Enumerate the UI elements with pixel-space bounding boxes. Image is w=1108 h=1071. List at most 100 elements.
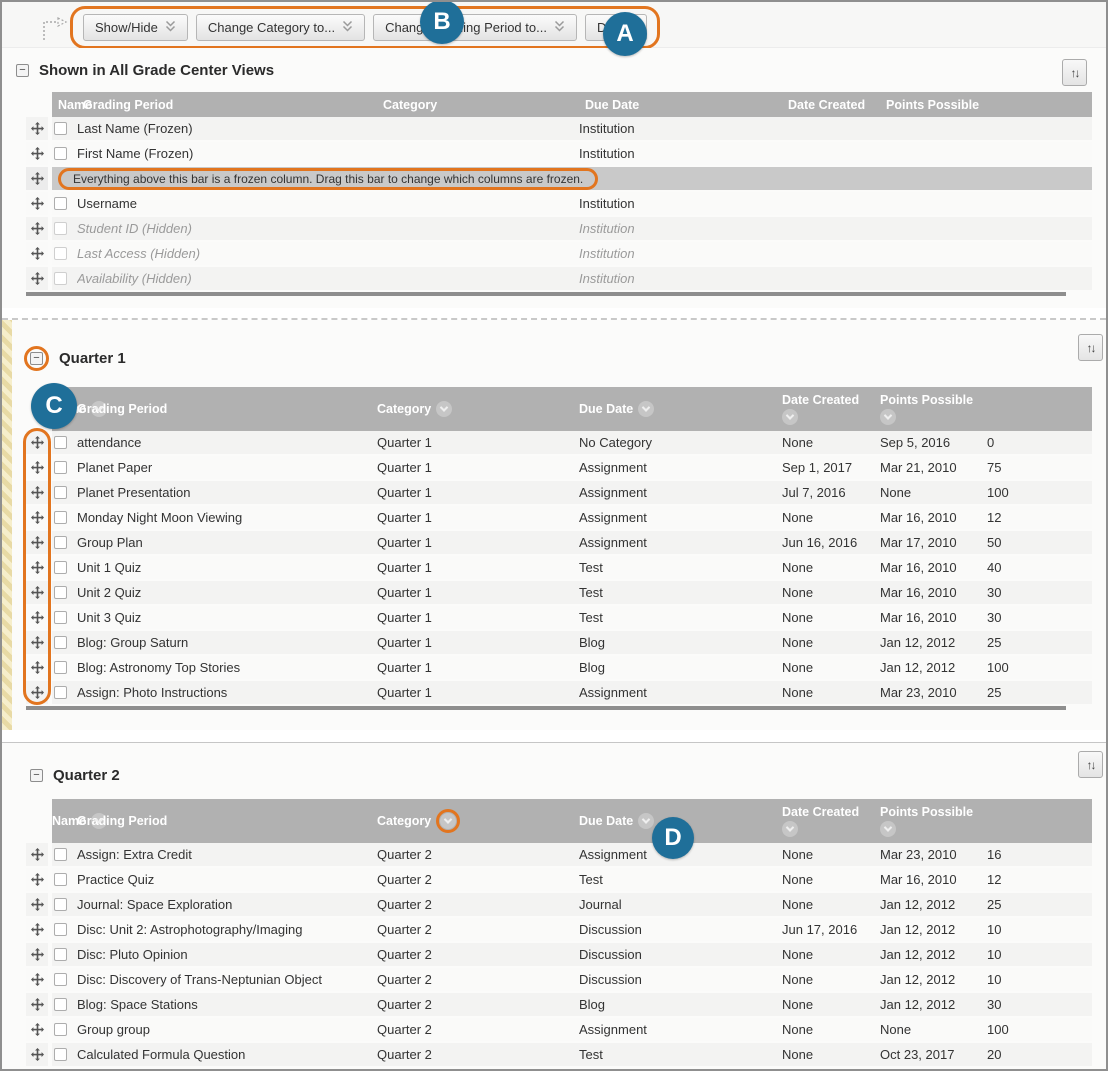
move-handle-icon[interactable]	[26, 1018, 48, 1041]
collapse-icon[interactable]: −	[30, 769, 43, 782]
move-handle-icon[interactable]	[26, 918, 48, 941]
move-handle-icon[interactable]	[26, 993, 48, 1016]
move-handle-icon[interactable]	[26, 142, 48, 165]
checkbox-cell	[52, 606, 77, 629]
move-handle-icon[interactable]	[26, 868, 48, 891]
move-handle-icon[interactable]	[26, 167, 48, 190]
column-header: Points Possible	[880, 799, 987, 843]
checkbox-cell	[52, 531, 77, 554]
row-checkbox[interactable]	[54, 122, 67, 135]
cell-name: Last Access (Hidden)	[77, 242, 377, 265]
row-checkbox[interactable]	[54, 272, 67, 285]
sort-chevron-icon[interactable]	[638, 401, 654, 417]
row-checkbox[interactable]	[54, 873, 67, 886]
move-handle-icon[interactable]	[26, 968, 48, 991]
cell-grading-period	[377, 117, 579, 140]
cell-points-possible: 10	[987, 968, 1092, 991]
collapse-icon[interactable]: −	[30, 352, 43, 365]
move-handle-icon[interactable]	[26, 192, 48, 215]
row-checkbox[interactable]	[54, 948, 67, 961]
column-header: Grading Period	[77, 387, 377, 431]
table-row: Group groupQuarter 2AssignmentNoneNone10…	[26, 1018, 1106, 1041]
sort-chevron-icon[interactable]	[638, 813, 654, 829]
row-checkbox[interactable]	[54, 247, 67, 260]
move-handle-icon[interactable]	[26, 217, 48, 240]
row-checkbox[interactable]	[54, 1048, 67, 1061]
cell-date-created: None	[880, 1018, 987, 1041]
column-header: Date Created	[782, 98, 880, 112]
row-checkbox[interactable]	[54, 611, 67, 624]
row-checkbox[interactable]	[54, 511, 67, 524]
cell-name: Disc: Unit 2: Astrophotography/Imaging	[77, 918, 377, 941]
move-handle-icon[interactable]	[26, 242, 48, 265]
sort-chevron-icon[interactable]	[782, 821, 798, 837]
cell-points-possible: 100	[987, 1018, 1092, 1041]
move-handle-icon[interactable]	[26, 943, 48, 966]
sort-chevron-icon[interactable]	[436, 401, 452, 417]
toolbar-button-show-hide[interactable]: Show/Hide	[83, 14, 188, 41]
row-checkbox[interactable]	[54, 586, 67, 599]
row-checkbox[interactable]	[54, 536, 67, 549]
cell-grading-period	[377, 242, 579, 265]
table-row: Blog: Group SaturnQuarter 1BlogNoneJan 1…	[26, 631, 1106, 654]
cell-grading-period: Quarter 2	[377, 1018, 579, 1041]
reorder-button[interactable]: ↑↓	[1078, 751, 1103, 778]
move-handle-icon[interactable]	[26, 456, 48, 479]
toolbar-button-change-grading-period-to[interactable]: Change Grading Period to...	[373, 14, 577, 41]
callout-b: B	[420, 0, 464, 44]
collapse-icon[interactable]: −	[16, 64, 29, 77]
row-checkbox[interactable]	[54, 436, 67, 449]
cell-name: Planet Paper	[77, 456, 377, 479]
row-checkbox[interactable]	[54, 561, 67, 574]
row-checkbox[interactable]	[54, 147, 67, 160]
cell-grading-period: Quarter 2	[377, 843, 579, 866]
row-checkbox[interactable]	[54, 222, 67, 235]
reorder-button[interactable]: ↑↓	[1062, 59, 1087, 86]
table-row: UsernameInstitution	[26, 192, 1106, 215]
move-handle-icon[interactable]	[26, 481, 48, 504]
sort-chevron-icon[interactable]	[880, 409, 896, 425]
move-handle-icon[interactable]	[26, 631, 48, 654]
cell-grading-period: Quarter 1	[377, 556, 579, 579]
row-checkbox[interactable]	[54, 898, 67, 911]
move-handle-icon[interactable]	[26, 656, 48, 679]
move-handle-icon[interactable]	[26, 843, 48, 866]
move-handle-icon[interactable]	[26, 606, 48, 629]
row-checkbox[interactable]	[54, 486, 67, 499]
move-handle-icon[interactable]	[26, 267, 48, 290]
cell-category: Discussion	[579, 918, 782, 941]
row-checkbox[interactable]	[54, 686, 67, 699]
row-checkbox[interactable]	[54, 998, 67, 1011]
sort-chevron-icon[interactable]	[440, 813, 456, 829]
toolbar-button-change-category-to[interactable]: Change Category to...	[196, 14, 365, 41]
checkbox-cell	[52, 943, 77, 966]
reorder-button[interactable]: ↑↓	[1078, 334, 1103, 361]
sort-chevron-icon[interactable]	[782, 409, 798, 425]
move-handle-icon[interactable]	[26, 581, 48, 604]
row-checkbox[interactable]	[54, 848, 67, 861]
row-checkbox[interactable]	[54, 636, 67, 649]
move-handle-icon[interactable]	[26, 681, 48, 704]
row-checkbox[interactable]	[54, 973, 67, 986]
move-handle-icon[interactable]	[26, 893, 48, 916]
row-checkbox[interactable]	[54, 661, 67, 674]
cell-name: Blog: Astronomy Top Stories	[77, 656, 377, 679]
move-handle-icon[interactable]	[26, 117, 48, 140]
move-handle-icon[interactable]	[26, 531, 48, 554]
checkbox-cell	[52, 117, 77, 140]
cell-name: Group group	[77, 1018, 377, 1041]
move-handle-icon[interactable]	[26, 1043, 48, 1066]
row-checkbox[interactable]	[54, 197, 67, 210]
frozen-columns-bar[interactable]: Everything above this bar is a frozen co…	[52, 167, 1092, 190]
row-checkbox[interactable]	[54, 923, 67, 936]
row-checkbox[interactable]	[54, 1023, 67, 1036]
row-checkbox[interactable]	[54, 461, 67, 474]
move-handle-icon[interactable]	[26, 506, 48, 529]
column-header: Grading Period	[77, 799, 377, 843]
move-handle-icon[interactable]	[26, 431, 48, 454]
cell-due-date: None	[782, 656, 880, 679]
cell-points-possible: 30	[987, 606, 1092, 629]
cell-category: Institution	[579, 142, 782, 165]
move-handle-icon[interactable]	[26, 556, 48, 579]
sort-chevron-icon[interactable]	[880, 821, 896, 837]
